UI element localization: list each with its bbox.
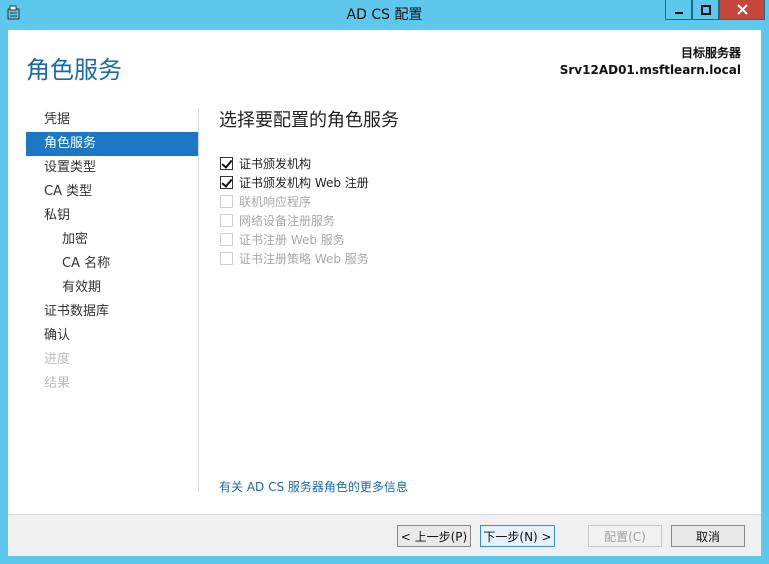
- role-option-ca[interactable]: 证书颁发机构: [220, 154, 369, 173]
- close-button[interactable]: [719, 0, 765, 20]
- more-info-link[interactable]: 有关 AD CS 服务器角色的更多信息: [219, 478, 408, 495]
- wizard-footer: < 上一步(P) 下一步(N) > 配置(C) 取消: [8, 514, 761, 556]
- previous-button[interactable]: < 上一步(P): [397, 525, 471, 547]
- nav-item-validity-period[interactable]: 有效期: [26, 276, 198, 300]
- next-button[interactable]: 下一步(N) >: [480, 525, 555, 547]
- minimize-icon: [674, 11, 683, 14]
- role-option-label: 网络设备注册服务: [239, 214, 336, 228]
- section-title: 选择要配置的角色服务: [219, 110, 399, 131]
- role-option-label: 证书注册 Web 服务: [239, 233, 345, 247]
- checkbox-online-responder: [220, 195, 233, 208]
- page-title: 角色服务: [26, 56, 122, 84]
- nav-item-credentials[interactable]: 凭据: [26, 108, 198, 132]
- checkbox-ca[interactable]: [220, 157, 233, 170]
- role-option-online-responder: 联机响应程序: [220, 192, 369, 211]
- checkbox-cert-enrollment-policy-web-service: [220, 252, 233, 265]
- cancel-button[interactable]: 取消: [671, 525, 745, 547]
- role-option-label: 联机响应程序: [239, 195, 312, 209]
- nav-item-ca-name[interactable]: CA 名称: [26, 252, 198, 276]
- nav-item-progress: 进度: [44, 352, 71, 367]
- checkbox-ndes: [220, 214, 233, 227]
- role-option-ca-web-enrollment[interactable]: 证书颁发机构 Web 注册: [220, 173, 369, 192]
- maximize-icon: [700, 4, 711, 15]
- wizard-client-area: 角色服务 目标服务器 Srv12AD01.msftlearn.local 凭据 …: [8, 30, 761, 556]
- nav-item-setup-type[interactable]: 设置类型: [26, 156, 198, 180]
- window-title: AD CS 配置: [346, 7, 423, 23]
- role-option-cert-enrollment-web-service: 证书注册 Web 服务: [220, 230, 369, 249]
- checkbox-ca-web-enrollment[interactable]: [220, 176, 233, 189]
- nav-divider: [198, 108, 199, 492]
- title-bar[interactable]: AD CS 配置: [0, 0, 769, 27]
- role-option-label: 证书颁发机构: [239, 157, 312, 171]
- nav-item-results: 结果: [44, 376, 71, 391]
- role-services-list: 证书颁发机构 证书颁发机构 Web 注册 联机响应程序 网络设备注册服务 证书注…: [220, 154, 369, 268]
- nav-item-private-key[interactable]: 私钥: [26, 204, 198, 228]
- nav-item-certificate-database[interactable]: 证书数据库: [26, 300, 198, 324]
- checkbox-cert-enrollment-web-service: [220, 233, 233, 246]
- role-option-ndes: 网络设备注册服务: [220, 211, 369, 230]
- minimize-button[interactable]: [665, 0, 692, 20]
- role-option-label: 证书注册策略 Web 服务: [239, 252, 369, 266]
- window-frame: AD CS 配置 角色服务 目标服务器 Srv12AD01.msftlearn.…: [0, 0, 769, 564]
- wizard-nav: 凭据 角色服务 设置类型 CA 类型 私钥 加密 CA 名称 有效期 证书数据库…: [26, 108, 198, 396]
- nav-item-role-services[interactable]: 角色服务: [26, 132, 198, 156]
- role-option-label: 证书颁发机构 Web 注册: [239, 176, 369, 190]
- target-server-label: 目标服务器: [680, 46, 741, 60]
- maximize-button[interactable]: [692, 0, 719, 20]
- role-option-cert-enrollment-policy-web-service: 证书注册策略 Web 服务: [220, 249, 369, 268]
- nav-item-confirmation[interactable]: 确认: [26, 324, 198, 348]
- nav-item-cryptography[interactable]: 加密: [26, 228, 198, 252]
- configure-button: 配置(C): [588, 525, 662, 547]
- target-server-value: Srv12AD01.msftlearn.local: [559, 63, 741, 77]
- close-icon: [736, 4, 748, 15]
- nav-item-ca-type[interactable]: CA 类型: [26, 180, 198, 204]
